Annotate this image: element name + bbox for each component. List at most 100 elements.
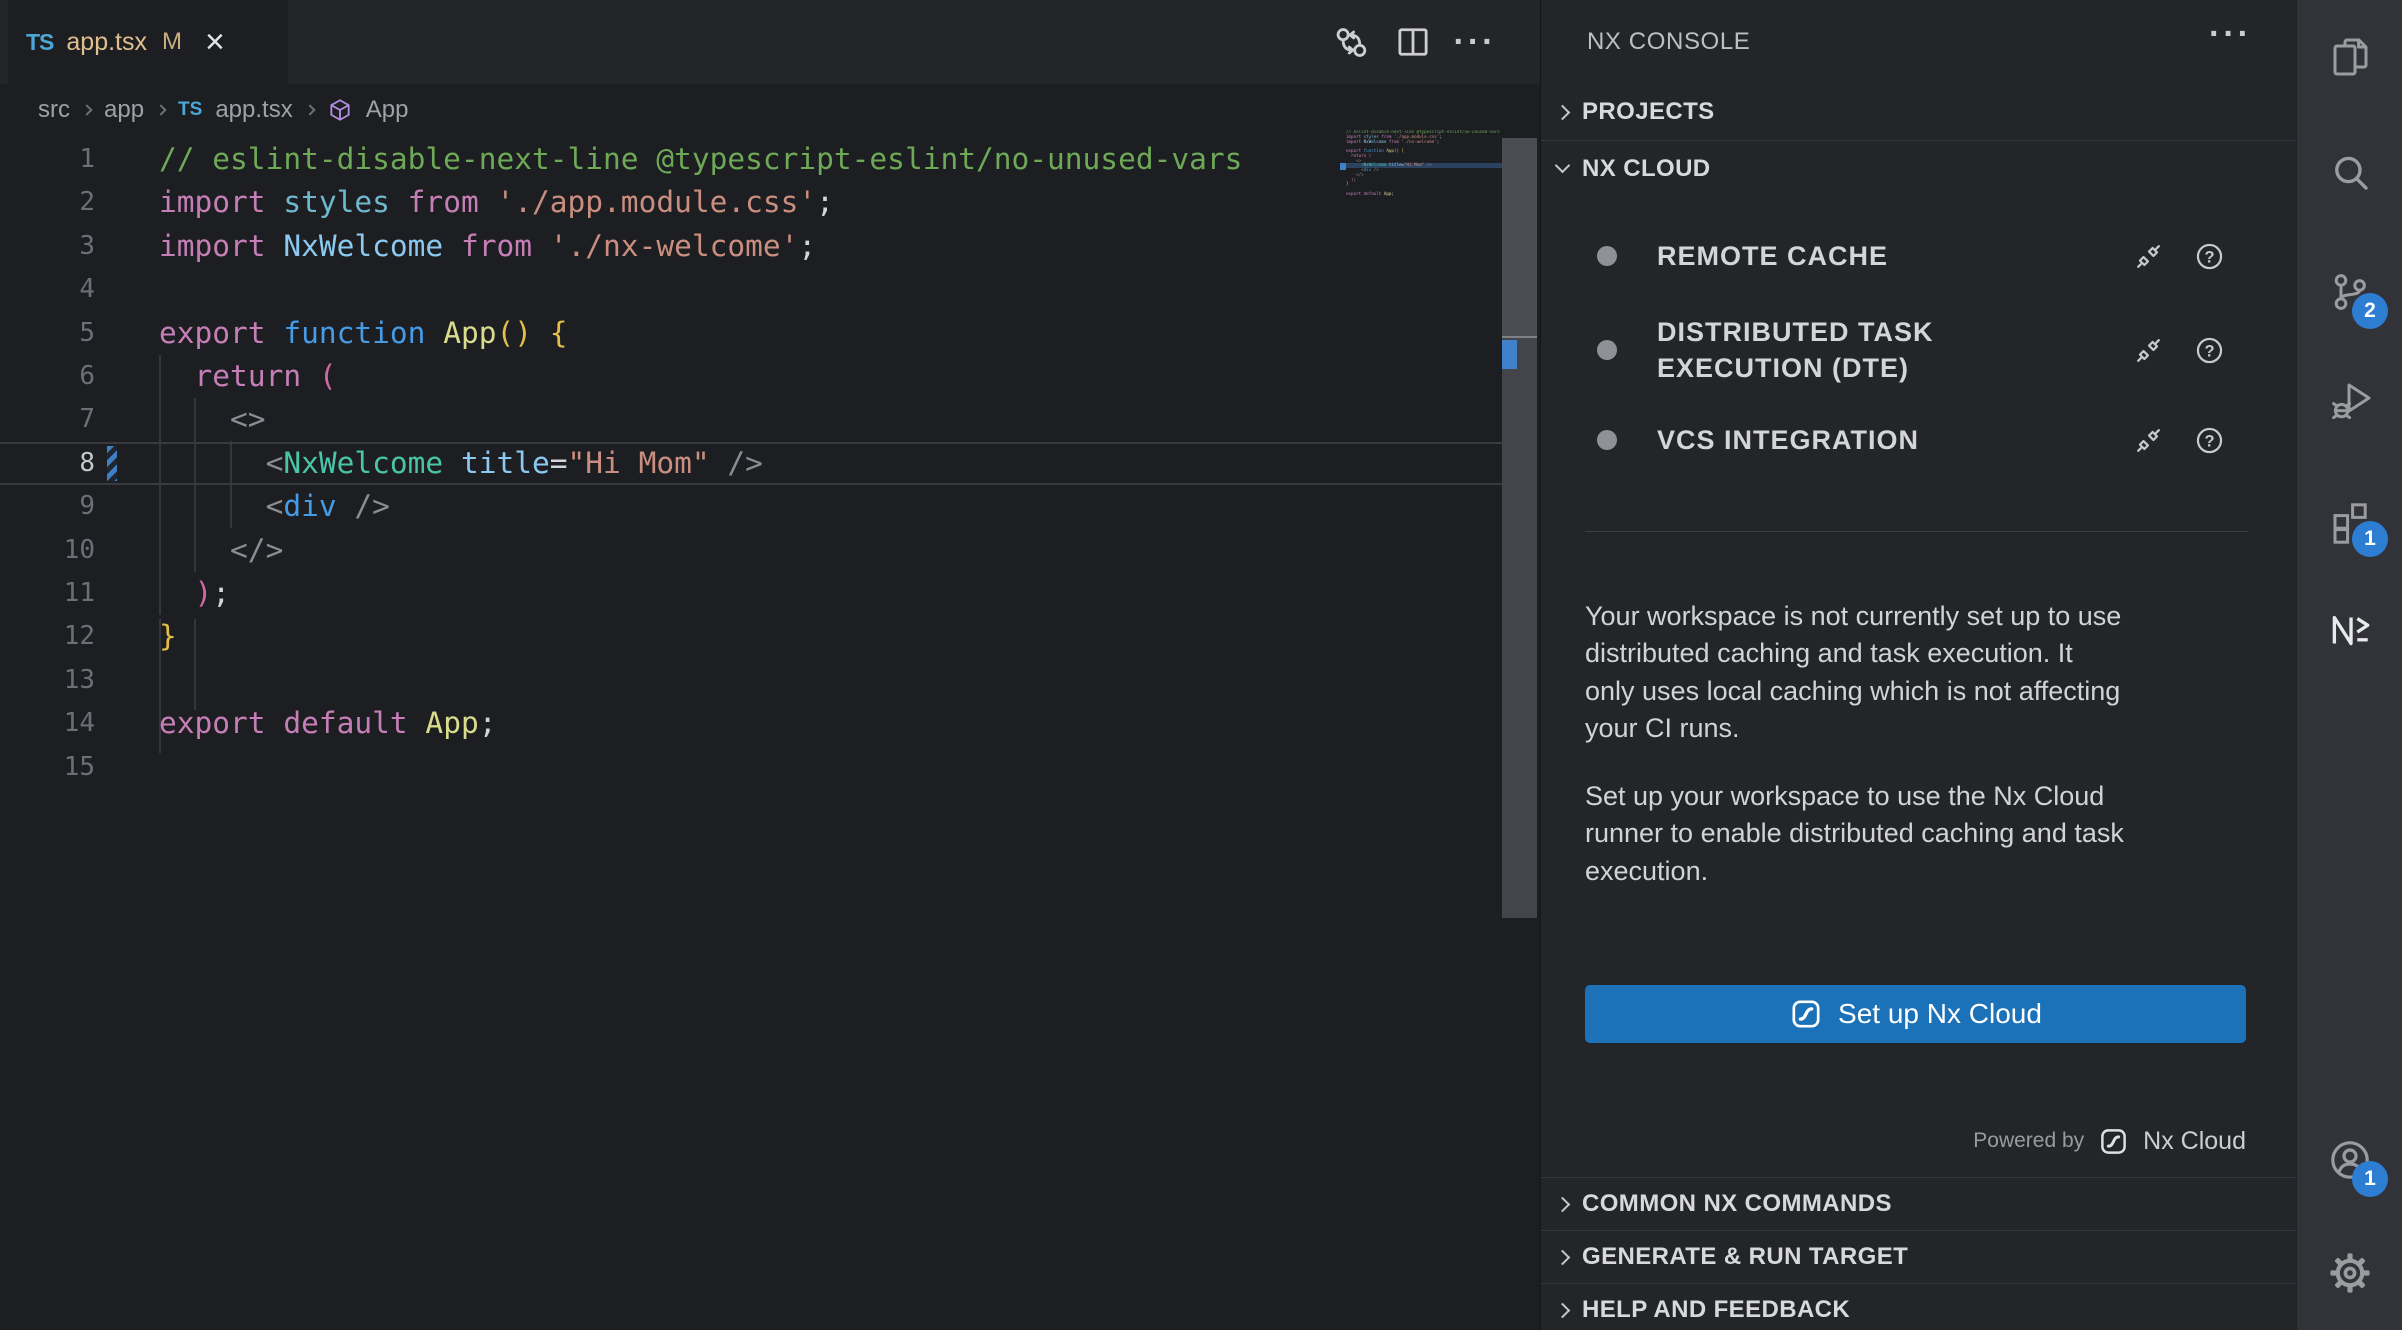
code-text: return ( bbox=[159, 355, 337, 398]
code-line-10[interactable]: 10 </> bbox=[0, 529, 1502, 572]
files-icon bbox=[2326, 33, 2374, 81]
activity-settings[interactable] bbox=[2297, 1225, 2402, 1321]
code-line-5[interactable]: 5 export function App() { bbox=[0, 312, 1502, 355]
minimap[interactable]: // eslint-disable-next-line @typescript-… bbox=[1346, 130, 1502, 220]
code-text: <NxWelcome title="Hi Mom" /> bbox=[159, 442, 763, 485]
section-nx-cloud[interactable]: NX CLOUD bbox=[1541, 140, 2296, 196]
nx-cloud-brand-label: Nx Cloud bbox=[2143, 1127, 2246, 1156]
code-text: import styles from './app.module.css'; bbox=[159, 181, 834, 224]
breadcrumb-src[interactable]: src bbox=[38, 96, 70, 124]
code-line-15[interactable]: 15 bbox=[0, 746, 1502, 789]
connect-plug-icon[interactable] bbox=[2132, 240, 2165, 273]
help-question-icon[interactable]: ? bbox=[2193, 424, 2226, 457]
section-help-and-feedback[interactable]: HELP AND FEEDBACK bbox=[1541, 1283, 2296, 1330]
feature-label: VCS INTEGRATION bbox=[1657, 422, 2097, 458]
code-line-3[interactable]: 3import NxWelcome from './nx-welcome'; bbox=[0, 225, 1502, 268]
accounts-badge: 1 bbox=[2352, 1161, 2388, 1197]
connect-plug-icon[interactable] bbox=[2132, 424, 2165, 457]
typescript-file-icon: TS bbox=[178, 99, 202, 121]
code-text: export function App() { bbox=[159, 312, 568, 355]
help-question-icon[interactable]: ? bbox=[2193, 334, 2226, 367]
activity-source-control[interactable]: 2 bbox=[2297, 244, 2402, 340]
code-line-9[interactable]: 9 <div /> bbox=[0, 485, 1502, 528]
svg-text:?: ? bbox=[2204, 342, 2214, 360]
close-tab-icon[interactable]: × bbox=[205, 25, 225, 59]
activity-extensions[interactable]: 1 bbox=[2297, 472, 2402, 568]
code-text: </> bbox=[159, 529, 283, 572]
code-text: } bbox=[159, 615, 177, 658]
gutter-modified-marker bbox=[107, 446, 117, 481]
bottom-sections: COMMON NX COMMANDS GENERATE & RUN TARGET… bbox=[1541, 1177, 2296, 1330]
breadcrumb-file[interactable]: app.tsx bbox=[215, 96, 292, 124]
line-number: 14 bbox=[0, 702, 95, 745]
code-line-4[interactable]: 4 bbox=[0, 268, 1502, 311]
powered-by-row: Powered by Nx Cloud bbox=[1585, 1121, 2246, 1161]
activity-accounts[interactable]: 1 bbox=[2297, 1112, 2402, 1208]
symbol-class-cube-icon bbox=[327, 97, 353, 123]
code-text: export default App; bbox=[159, 702, 496, 745]
activity-nx-console[interactable] bbox=[2297, 582, 2402, 678]
section-label: GENERATE & RUN TARGET bbox=[1582, 1243, 1908, 1271]
code-line-14[interactable]: 14 export default App; bbox=[0, 702, 1502, 745]
code-line-13[interactable]: 13 bbox=[0, 659, 1502, 702]
run-debug-icon bbox=[2326, 376, 2374, 424]
code-text: // eslint-disable-next-line @typescript-… bbox=[159, 138, 1242, 181]
open-changes-icon[interactable] bbox=[1330, 21, 1372, 63]
setup-button-label: Set up Nx Cloud bbox=[1838, 998, 2042, 1030]
code-text: <> bbox=[159, 398, 266, 441]
chevron-right-icon bbox=[1555, 1196, 1571, 1212]
split-editor-icon[interactable] bbox=[1392, 21, 1434, 63]
activity-run-and-debug[interactable] bbox=[2297, 352, 2402, 448]
tab-app-tsx[interactable]: TS app.tsx M × bbox=[8, 0, 288, 84]
code-line-8[interactable]: 8 <NxWelcome title="Hi Mom" /> bbox=[0, 442, 1502, 485]
section-label: PROJECTS bbox=[1582, 98, 1715, 126]
line-number: 15 bbox=[0, 746, 95, 789]
activity-search[interactable] bbox=[2297, 124, 2402, 220]
code-line-11[interactable]: 11 ); bbox=[0, 572, 1502, 615]
line-number: 3 bbox=[0, 225, 95, 268]
workspace-status-text: Your workspace is not currently set up t… bbox=[1585, 598, 2241, 748]
code-line-7[interactable]: 7 <> bbox=[0, 398, 1502, 441]
editor-region: TS app.tsx M × ··· src app bbox=[0, 0, 1540, 1330]
svg-text:?: ? bbox=[2204, 248, 2214, 266]
extensions-badge: 1 bbox=[2352, 521, 2388, 557]
setup-nx-cloud-button[interactable]: Set up Nx Cloud bbox=[1585, 985, 2246, 1043]
typescript-file-icon: TS bbox=[26, 29, 53, 56]
tab-filename: app.tsx bbox=[66, 28, 147, 57]
code-line-12[interactable]: 12} bbox=[0, 615, 1502, 658]
section-label: NX CLOUD bbox=[1582, 155, 1711, 183]
code-line-2[interactable]: 2import styles from './app.module.css'; bbox=[0, 181, 1502, 224]
section-common-nx-commands[interactable]: COMMON NX COMMANDS bbox=[1541, 1177, 2296, 1230]
chevron-right-icon bbox=[1555, 1302, 1571, 1318]
chevron-down-icon bbox=[1555, 158, 1571, 174]
connect-plug-icon[interactable] bbox=[2132, 334, 2165, 367]
chevron-right-icon bbox=[1555, 1249, 1571, 1265]
panel-header: NX CONSOLE ··· bbox=[1541, 0, 2296, 84]
gear-icon bbox=[2326, 1249, 2374, 1297]
section-generate-run-target[interactable]: GENERATE & RUN TARGET bbox=[1541, 1230, 2296, 1283]
line-number: 13 bbox=[0, 659, 95, 702]
code-line-1[interactable]: 1// eslint-disable-next-line @typescript… bbox=[0, 138, 1502, 181]
panel-more-actions-icon[interactable]: ··· bbox=[2209, 24, 2252, 44]
scrollbar-modified-marker bbox=[1502, 340, 1517, 369]
panel-divider bbox=[1585, 531, 2248, 532]
breadcrumb-separator-icon bbox=[155, 104, 166, 115]
editor-scrollbar-slider[interactable] bbox=[1502, 138, 1537, 336]
svg-text:?: ? bbox=[2204, 432, 2214, 450]
section-projects[interactable]: PROJECTS bbox=[1541, 84, 2296, 140]
help-question-icon[interactable]: ? bbox=[2193, 240, 2226, 273]
panel-title: NX CONSOLE bbox=[1587, 0, 1750, 84]
nx-logo-icon bbox=[2325, 605, 2375, 655]
breadcrumb-symbol[interactable]: App bbox=[366, 96, 409, 124]
nx-console-panel: NX CONSOLE ··· PROJECTS NX CLOUD REMOTE … bbox=[1540, 0, 2296, 1330]
section-label: COMMON NX COMMANDS bbox=[1582, 1190, 1892, 1218]
breadcrumb-app[interactable]: app bbox=[104, 96, 144, 124]
line-number: 5 bbox=[0, 312, 95, 355]
code-line-6[interactable]: 6 return ( bbox=[0, 355, 1502, 398]
editor-more-actions-icon[interactable]: ··· bbox=[1454, 21, 1496, 63]
setup-instruction-text: Set up your workspace to use the Nx Clou… bbox=[1585, 778, 2241, 890]
line-number: 12 bbox=[0, 615, 95, 658]
line-number: 8 bbox=[0, 442, 95, 485]
activity-explorer[interactable] bbox=[2297, 9, 2402, 105]
line-number: 4 bbox=[0, 268, 95, 311]
